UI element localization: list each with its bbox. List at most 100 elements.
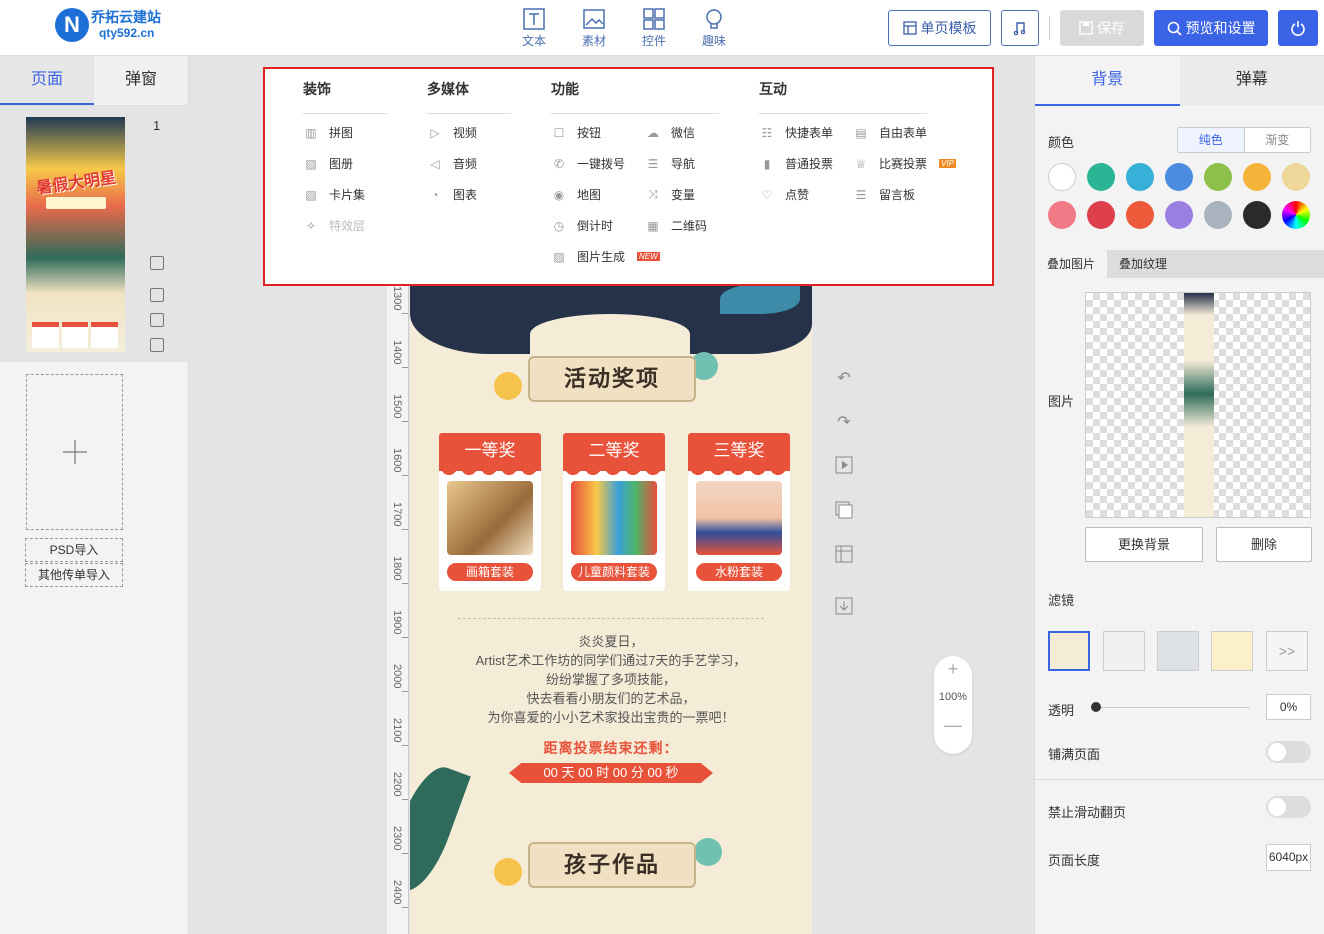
tab-pages[interactable]: 页面 bbox=[0, 56, 94, 105]
color-swatch[interactable] bbox=[1204, 163, 1232, 191]
more-filters-button[interactable]: >> bbox=[1266, 631, 1308, 671]
ruler-grid-icon[interactable] bbox=[834, 545, 854, 565]
menu-item-image-generate[interactable]: ▨ 图片生成 NEW bbox=[551, 248, 660, 265]
fill-page-toggle[interactable] bbox=[1266, 741, 1311, 763]
color-swatch[interactable] bbox=[1165, 201, 1193, 229]
color-swatch[interactable] bbox=[1165, 163, 1193, 191]
color-swatch[interactable] bbox=[1048, 163, 1076, 191]
filter-option-original[interactable] bbox=[1048, 631, 1090, 671]
opacity-slider-track[interactable] bbox=[1095, 707, 1250, 708]
tab-popups[interactable]: 弹窗 bbox=[94, 56, 188, 105]
add-page-button[interactable] bbox=[26, 374, 123, 530]
color-swatch[interactable] bbox=[1126, 201, 1154, 229]
banner-prizes-title[interactable]: 活动奖项 bbox=[528, 356, 696, 402]
color-swatch[interactable] bbox=[1204, 201, 1232, 229]
opacity-input[interactable]: 0% bbox=[1266, 694, 1311, 720]
text-line: 炎炎夏日， bbox=[578, 634, 644, 649]
preview-settings-button[interactable]: 预览和设置 bbox=[1154, 10, 1268, 46]
menu-item-countdown[interactable]: ◷ 倒计时 bbox=[551, 217, 613, 234]
menu-item-effect-layer[interactable]: ✧ 特效层 bbox=[303, 217, 365, 234]
filter-label: 滤镜 bbox=[1048, 593, 1075, 608]
menu-item-button[interactable]: ☐ 按钮 bbox=[551, 124, 601, 141]
tool-material[interactable]: 素材 bbox=[564, 8, 624, 49]
tab-danmaku[interactable]: 弹幕 bbox=[1179, 56, 1324, 106]
ruler-label: 1500 bbox=[391, 394, 403, 419]
play-icon[interactable] bbox=[834, 456, 854, 476]
page-length-input[interactable]: 6040px bbox=[1266, 844, 1311, 871]
gradient-option[interactable]: 渐变 bbox=[1245, 128, 1311, 152]
countdown-timer[interactable]: 00 天 00 时 00 分 00 秒 bbox=[509, 763, 713, 783]
menu-item-qrcode[interactable]: ▦ 二维码 bbox=[645, 217, 707, 234]
page-thumbnail-row[interactable]: 暑假大明星 1 bbox=[0, 106, 189, 362]
zoom-in-button[interactable]: + bbox=[934, 656, 972, 682]
filter-option-gray[interactable] bbox=[1103, 631, 1145, 671]
add-page-icon[interactable] bbox=[150, 256, 164, 270]
tool-widgets[interactable]: 控件 bbox=[624, 8, 684, 49]
prize-card-3[interactable]: 三等奖 水粉套装 bbox=[688, 433, 790, 591]
menu-item-variable[interactable]: ⤨ 变量 bbox=[645, 186, 695, 203]
menu-item-puzzle[interactable]: ▥ 拼图 bbox=[303, 124, 353, 141]
menu-item-vote[interactable]: ▮ 普通投票 bbox=[759, 155, 833, 172]
tab-overlay-texture[interactable]: 叠加纹理 bbox=[1107, 250, 1179, 278]
tab-background[interactable]: 背景 bbox=[1035, 56, 1180, 106]
color-swatch[interactable] bbox=[1126, 163, 1154, 191]
menu-item-album[interactable]: ▨ 图册 bbox=[303, 155, 353, 172]
filter-option-warm[interactable] bbox=[1211, 631, 1253, 671]
menu-item-call[interactable]: ✆ 一键拨号 bbox=[551, 155, 625, 172]
poster-description[interactable]: 炎炎夏日， Artist艺术工作坊的同学们通过7天的手艺学习， 纷纷掌握了多项技… bbox=[410, 632, 812, 727]
color-swatch[interactable] bbox=[1282, 201, 1310, 229]
prize-card-2[interactable]: 二等奖 儿童颜料套装 bbox=[563, 433, 665, 591]
zoom-out-button[interactable]: — bbox=[934, 712, 972, 738]
page-thumbnail[interactable]: 暑假大明星 bbox=[26, 117, 125, 352]
tab-overlay-image[interactable]: 叠加图片 bbox=[1035, 250, 1108, 278]
delete-background-button[interactable]: 删除 bbox=[1216, 527, 1312, 562]
color-swatch[interactable] bbox=[1243, 163, 1271, 191]
no-swipe-toggle[interactable] bbox=[1266, 796, 1311, 818]
layers-icon[interactable] bbox=[834, 501, 854, 521]
menu-item-map[interactable]: ◉ 地图 bbox=[551, 186, 601, 203]
poster-canvas[interactable]: 活动奖项 一等奖 画箱套装 二等奖 儿童颜料套装 三等奖 水粉套装 炎炎夏日， … bbox=[410, 284, 812, 934]
opacity-slider-handle[interactable] bbox=[1091, 702, 1101, 712]
psd-import-button[interactable]: PSD导入 bbox=[25, 538, 123, 562]
menu-item-chart[interactable]: ◔ 图表 bbox=[427, 186, 477, 203]
menu-item-quick-form[interactable]: ☷ 快捷表单 bbox=[759, 124, 833, 141]
menu-item-message-board[interactable]: ☰ 留言板 bbox=[853, 186, 915, 203]
power-button[interactable] bbox=[1278, 10, 1318, 46]
tool-fun[interactable]: 趣味 bbox=[684, 8, 744, 49]
trash-icon[interactable] bbox=[150, 338, 164, 352]
color-swatch[interactable] bbox=[1048, 201, 1076, 229]
menu-item-free-form[interactable]: ▤ 自由表单 bbox=[853, 124, 927, 141]
layout-icon[interactable] bbox=[150, 288, 164, 302]
menu-item-contest-vote[interactable]: ♕ 比赛投票 VIP bbox=[853, 155, 956, 172]
save-button[interactable]: 保存 bbox=[1060, 10, 1144, 46]
single-page-template-button[interactable]: 单页模板 bbox=[888, 10, 991, 46]
menu-item-like[interactable]: ♡ 点赞 bbox=[759, 186, 809, 203]
page-length-label: 页面长度 bbox=[1048, 853, 1101, 868]
menu-item-video[interactable]: ▷ 视频 bbox=[427, 124, 477, 141]
countdown-title[interactable]: 距离投票结束还剩： bbox=[410, 738, 812, 758]
color-swatch[interactable] bbox=[1087, 163, 1115, 191]
download-icon[interactable] bbox=[834, 597, 854, 617]
banner-works-title[interactable]: 孩子作品 bbox=[528, 842, 696, 888]
tool-text[interactable]: 文本 bbox=[504, 8, 564, 49]
color-swatch[interactable] bbox=[1243, 201, 1271, 229]
navigation-icon: ☰ bbox=[647, 156, 659, 171]
menu-item-navigation[interactable]: ☰ 导航 bbox=[645, 155, 695, 172]
menu-item-audio[interactable]: ◁ 音频 bbox=[427, 155, 477, 172]
prize-card-1[interactable]: 一等奖 画箱套装 bbox=[439, 433, 541, 591]
menu-item-wechat[interactable]: ☁ 微信 bbox=[645, 124, 695, 141]
solid-color-option[interactable]: 纯色 bbox=[1178, 128, 1245, 152]
color-swatch[interactable] bbox=[1087, 201, 1115, 229]
other-import-button[interactable]: 其他传单导入 bbox=[25, 563, 123, 587]
menu-item-card-set[interactable]: ▧ 卡片集 bbox=[303, 186, 365, 203]
color-swatch[interactable] bbox=[1282, 163, 1310, 191]
search-icon bbox=[1167, 21, 1182, 36]
brand-logo[interactable]: N 乔拓云建站 qty592.cn bbox=[55, 8, 161, 42]
undo-icon[interactable]: ↶ bbox=[834, 368, 854, 388]
copy-icon[interactable] bbox=[150, 313, 164, 327]
filter-option-blur[interactable] bbox=[1157, 631, 1199, 671]
redo-icon[interactable]: ↷ bbox=[834, 412, 854, 432]
music-button[interactable] bbox=[1001, 10, 1039, 46]
replace-background-button[interactable]: 更换背景 bbox=[1085, 527, 1203, 562]
background-image-preview[interactable] bbox=[1085, 292, 1311, 518]
